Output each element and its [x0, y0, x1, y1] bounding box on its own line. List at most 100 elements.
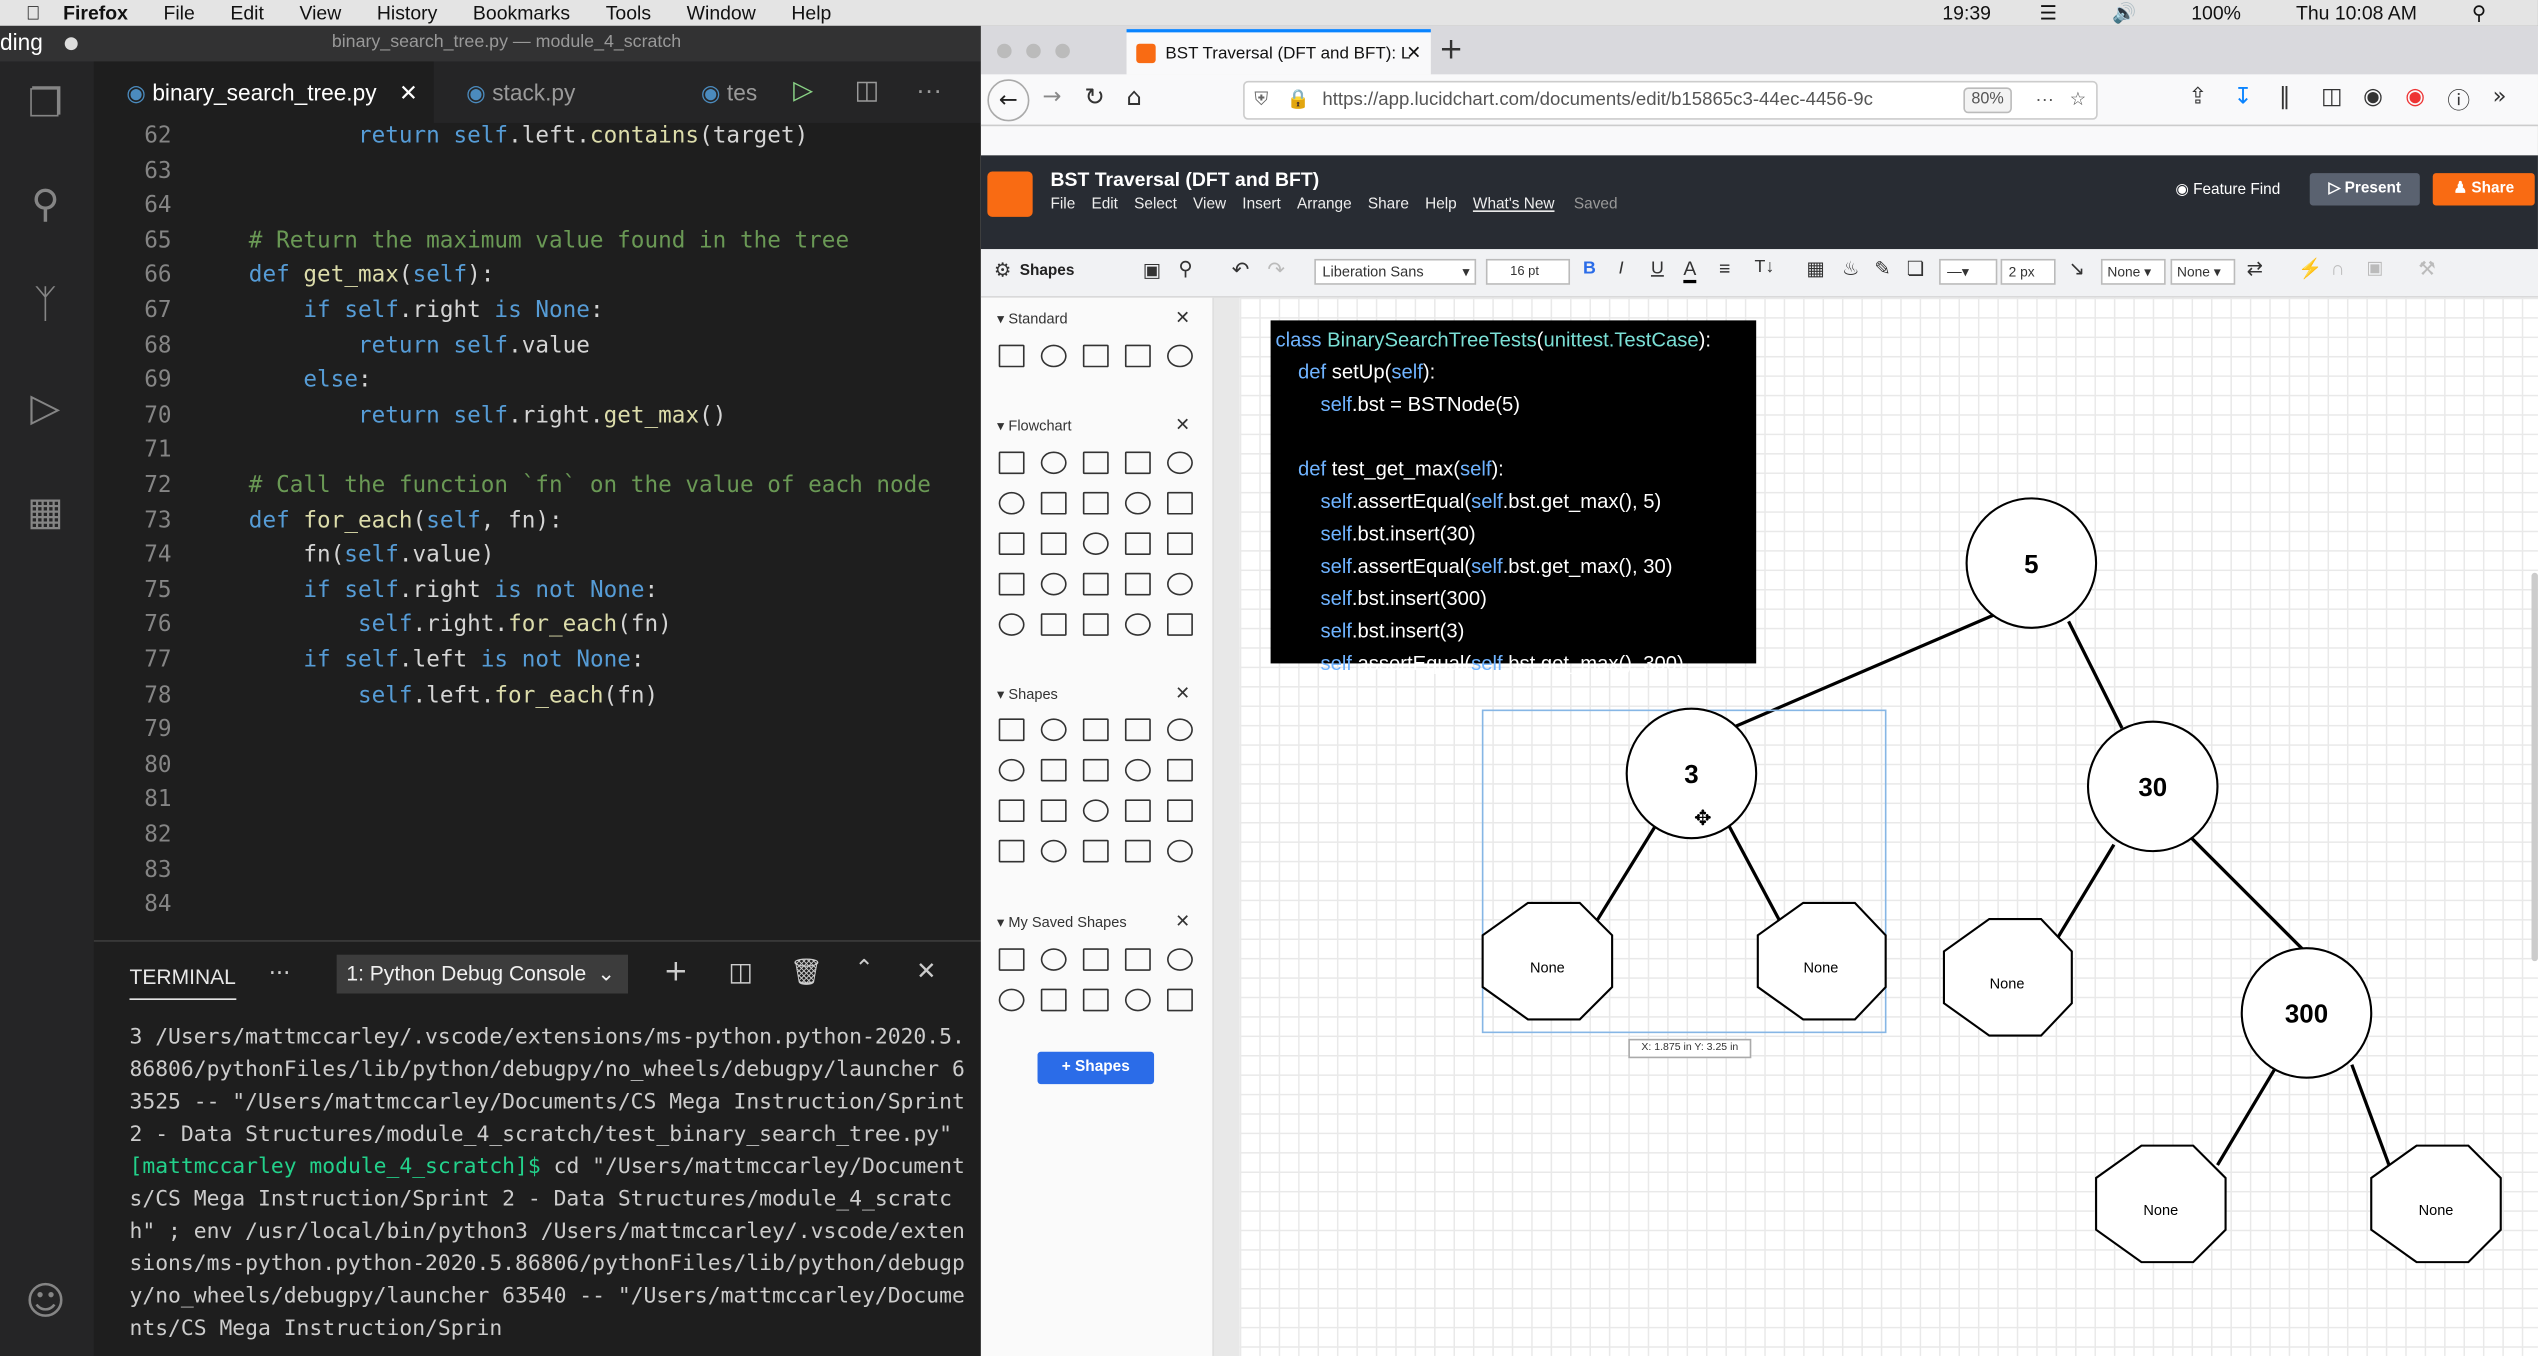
overflow-menu-icon[interactable]: »: [2493, 84, 2507, 110]
library-shape[interactable]: [1040, 491, 1067, 515]
library-shape[interactable]: [1167, 718, 1193, 742]
account-icon[interactable]: ☺: [19, 1275, 71, 1327]
panel-more-icon[interactable]: ···: [269, 961, 291, 987]
pocket-icon[interactable]: ⇪: [2188, 84, 2207, 110]
lock-icon[interactable]: 🔒: [1287, 83, 1310, 119]
library-shape[interactable]: [1124, 344, 1151, 368]
line-color-icon[interactable]: ✎: [1874, 257, 1890, 280]
library-shape[interactable]: [1082, 799, 1109, 822]
terminal-selector[interactable]: 1: Python Debug Console ⌄: [336, 954, 629, 994]
volume-icon[interactable]: 🔊: [2112, 2, 2136, 25]
terminal-output[interactable]: 3 /Users/mattmccarley/.vscode/extensions…: [129, 1023, 971, 1347]
new-terminal-icon[interactable]: +: [664, 955, 688, 989]
menu-help[interactable]: Help: [791, 2, 831, 25]
close-panel-icon[interactable]: ✕: [916, 956, 936, 985]
downloads-icon[interactable]: ↧: [2234, 84, 2253, 110]
library-shape[interactable]: [998, 988, 1025, 1012]
lucid-menu-help[interactable]: Help: [1425, 196, 1457, 214]
split-terminal-icon[interactable]: ◫: [728, 956, 752, 987]
tab-binary-search-tree[interactable]: ◉ binary_search_tree.py ✕: [93, 61, 434, 123]
close-section-icon[interactable]: ✕: [1175, 683, 1190, 703]
terminal-tab[interactable]: TERMINAL: [129, 964, 236, 1000]
forward-button[interactable]: →: [1042, 84, 1061, 110]
library-section-title[interactable]: ▾ My Saved Shapes: [997, 914, 1127, 932]
library-shape[interactable]: [1167, 451, 1193, 475]
zoom-level[interactable]: 80%: [1963, 87, 2012, 114]
more-actions-icon[interactable]: ···: [916, 61, 942, 122]
explorer-icon[interactable]: ❐: [19, 78, 71, 130]
redo-icon[interactable]: ↷: [1267, 257, 1285, 283]
wifi-icon[interactable]: ☰: [2040, 2, 2057, 25]
add-shapes-button[interactable]: + Shapes: [1037, 1051, 1155, 1085]
line-type-icon[interactable]: ↘: [2069, 257, 2085, 280]
reload-button[interactable]: ↻: [1084, 83, 1104, 112]
menu-bookmarks[interactable]: Bookmarks: [473, 2, 570, 25]
sidebar-icon[interactable]: ◫: [2321, 84, 2342, 110]
split-editor-icon[interactable]: ◫: [855, 61, 879, 122]
font-size-stepper[interactable]: 16 pt: [1485, 258, 1571, 285]
browser-tab-active[interactable]: BST Traversal (DFT and BFT): L ✕: [1126, 29, 1431, 75]
url-field[interactable]: ⛨ 🔒 https://app.lucidchart.com/documents…: [1243, 80, 2098, 120]
fill-color-icon[interactable]: ♨: [1842, 257, 1859, 280]
lucid-menu-edit[interactable]: Edit: [1091, 196, 1118, 214]
library-shape[interactable]: [998, 613, 1025, 636]
library-section-title[interactable]: ▾ Standard: [997, 311, 1067, 329]
lucidchart-logo[interactable]: [987, 171, 1033, 217]
share-button[interactable]: ♟ Share: [2432, 173, 2535, 206]
library-shape[interactable]: [998, 491, 1025, 515]
library-shape[interactable]: [1040, 839, 1067, 863]
text-options-icon[interactable]: T↓: [1755, 257, 1775, 276]
menu-edit[interactable]: Edit: [230, 2, 263, 25]
menu-tools[interactable]: Tools: [606, 2, 651, 25]
lucid-menu-view[interactable]: View: [1193, 196, 1226, 214]
library-shape[interactable]: [1082, 491, 1109, 515]
tab-stack[interactable]: ◉ stack.py: [466, 61, 676, 122]
spotlight-icon[interactable]: ⚲: [2472, 2, 2486, 25]
extensions-icon[interactable]: ▦: [19, 485, 71, 537]
arrow-end-select[interactable]: None ▾: [2170, 258, 2236, 285]
lucid-menu-select[interactable]: Select: [1134, 196, 1177, 214]
search-icon[interactable]: ⚲: [19, 178, 71, 230]
undo-icon[interactable]: ↶: [1232, 257, 1250, 283]
clock[interactable]: Thu 10:08 AM: [2296, 2, 2417, 25]
table-icon[interactable]: ▦: [1806, 257, 1824, 280]
library-shape[interactable]: [1040, 532, 1067, 556]
new-tab-button[interactable]: +: [1439, 32, 1463, 66]
wrench-icon[interactable]: ⚒: [2418, 257, 2435, 280]
library-shape[interactable]: [1082, 839, 1109, 863]
window-zoom-button[interactable]: [1055, 43, 1070, 59]
maximize-panel-icon[interactable]: ⌃: [855, 956, 874, 982]
close-section-icon[interactable]: ✕: [1175, 911, 1190, 932]
bold-icon[interactable]: B: [1583, 259, 1596, 278]
canvas-scrollbar[interactable]: [2531, 572, 2538, 962]
document-title[interactable]: BST Traversal (DFT and BFT): [1050, 168, 1319, 191]
library-shape[interactable]: [1082, 613, 1109, 636]
library-shape[interactable]: [1124, 572, 1151, 596]
library-shape[interactable]: [1124, 451, 1151, 475]
library-shape[interactable]: [1167, 572, 1193, 596]
line-width-select[interactable]: 2 px: [2000, 258, 2056, 285]
back-button[interactable]: ←: [987, 79, 1030, 122]
image-icon[interactable]: ▣: [1143, 259, 1161, 282]
page-actions-icon[interactable]: ···: [2035, 83, 2054, 119]
library-shape[interactable]: [1082, 532, 1109, 556]
lightning-icon[interactable]: ⚡: [2298, 257, 2322, 280]
library-shape[interactable]: [1040, 988, 1067, 1012]
window-minimize-button[interactable]: [1026, 43, 1041, 59]
run-button[interactable]: ▷: [793, 61, 813, 122]
library-shape[interactable]: [1124, 988, 1151, 1012]
library-shape[interactable]: [1124, 758, 1151, 782]
library-shape[interactable]: [1167, 839, 1193, 863]
library-shape[interactable]: [1082, 758, 1109, 782]
source-control-icon[interactable]: ᛉ: [19, 278, 71, 330]
library-shape[interactable]: [998, 451, 1025, 475]
library-shape[interactable]: [1040, 613, 1067, 636]
library-shape[interactable]: [1167, 948, 1193, 971]
library-shape[interactable]: [998, 799, 1025, 822]
library-shape[interactable]: [1124, 613, 1151, 636]
text-color-icon[interactable]: A: [1683, 257, 1697, 284]
library-divider[interactable]: [1213, 297, 1240, 1356]
shield-icon[interactable]: ⛨: [1254, 83, 1268, 119]
menu-history[interactable]: History: [377, 2, 437, 25]
library-shape[interactable]: [1167, 613, 1193, 636]
